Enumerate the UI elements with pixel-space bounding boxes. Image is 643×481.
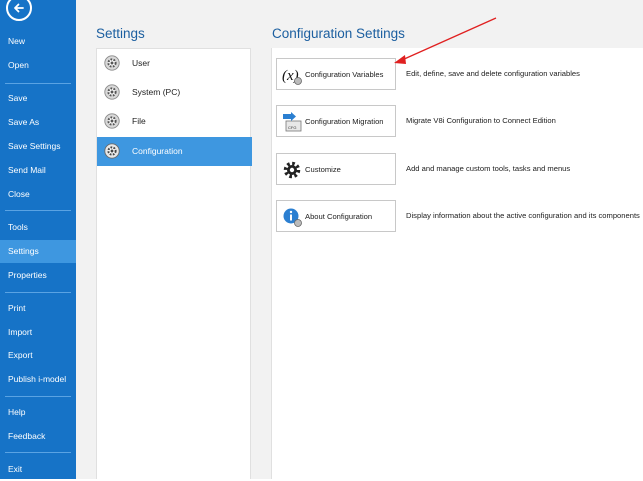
- menu-close[interactable]: Close: [0, 183, 76, 206]
- gear-icon: [104, 55, 120, 71]
- settings-item-user[interactable]: User: [97, 49, 252, 78]
- settings-item-label: System (PC): [132, 87, 181, 97]
- config-row: Customize Add and manage custom tools, t…: [275, 153, 643, 189]
- menu-save-as[interactable]: Save As: [0, 111, 76, 134]
- settings-item-label: Configuration: [132, 146, 183, 156]
- menu-export[interactable]: Export: [0, 344, 76, 367]
- menu-properties[interactable]: Properties: [0, 264, 76, 287]
- menu-import[interactable]: Import: [0, 321, 76, 344]
- menu-settings[interactable]: Settings: [0, 240, 76, 263]
- migration-arrow-icon: CFG: [283, 112, 302, 132]
- settings-item-label: User: [132, 58, 150, 68]
- button-label: Configuration Variables: [305, 70, 384, 79]
- configuration-settings-title: Configuration Settings: [272, 26, 405, 41]
- menu-feedback[interactable]: Feedback: [0, 425, 76, 448]
- about-configuration-button[interactable]: About Configuration: [276, 200, 396, 232]
- variable-x-icon: (x): [282, 68, 302, 85]
- config-row: CFG Configuration Migration Migrate V8i …: [275, 105, 643, 141]
- gear-icon: [104, 113, 120, 129]
- settings-item-file[interactable]: File: [97, 107, 252, 136]
- menu-exit[interactable]: Exit: [0, 458, 76, 481]
- menu-save-settings[interactable]: Save Settings: [0, 135, 76, 158]
- gear-icon: [104, 143, 120, 159]
- backstage-sidebar: New Open Save Save As Save Settings Send…: [0, 0, 76, 479]
- menu-print[interactable]: Print: [0, 297, 76, 320]
- configuration-variables-button[interactable]: (x) Configuration Variables: [276, 58, 396, 90]
- menu-open[interactable]: Open: [0, 54, 76, 77]
- menu-divider: [5, 292, 71, 293]
- config-description: Migrate V8i Configuration to Connect Edi…: [406, 116, 556, 125]
- menu-help[interactable]: Help: [0, 401, 76, 424]
- menu-save[interactable]: Save: [0, 87, 76, 110]
- back-button[interactable]: [6, 0, 32, 21]
- settings-item-configuration[interactable]: Configuration: [97, 137, 252, 166]
- menu-send-mail[interactable]: Send Mail: [0, 159, 76, 182]
- config-description: Add and manage custom tools, tasks and m…: [406, 164, 571, 173]
- configuration-migration-button[interactable]: CFG Configuration Migration: [276, 105, 396, 137]
- configuration-settings-panel: (x) Configuration Variables Edit, define…: [271, 48, 643, 479]
- customize-button[interactable]: Customize: [276, 153, 396, 185]
- config-row: About Configuration Display information …: [275, 200, 643, 236]
- back-arrow-icon: [14, 3, 24, 13]
- gear-icon: [104, 84, 120, 100]
- menu-divider: [5, 83, 71, 84]
- menu-new[interactable]: New: [0, 30, 76, 53]
- menu-divider: [5, 210, 71, 211]
- menu-publish-i-model[interactable]: Publish i-model: [0, 368, 76, 391]
- settings-item-label: File: [132, 116, 146, 126]
- menu-tools[interactable]: Tools: [0, 216, 76, 239]
- button-label: Configuration Migration: [305, 117, 384, 126]
- config-row: (x) Configuration Variables Edit, define…: [275, 58, 643, 94]
- settings-category-list: User System (PC) File Configuration: [96, 48, 252, 479]
- settings-title: Settings: [96, 26, 145, 41]
- svg-text:CFG: CFG: [288, 125, 296, 130]
- info-icon: [283, 208, 302, 227]
- button-label: About Configuration: [305, 212, 373, 221]
- config-description: Display information about the active con…: [406, 211, 640, 220]
- menu-divider: [5, 396, 71, 397]
- button-label: Customize: [305, 165, 341, 174]
- config-description: Edit, define, save and delete configurat…: [406, 69, 580, 78]
- settings-item-system-pc[interactable]: System (PC): [97, 78, 252, 107]
- gear-icon: [283, 161, 301, 179]
- menu-divider: [5, 452, 71, 453]
